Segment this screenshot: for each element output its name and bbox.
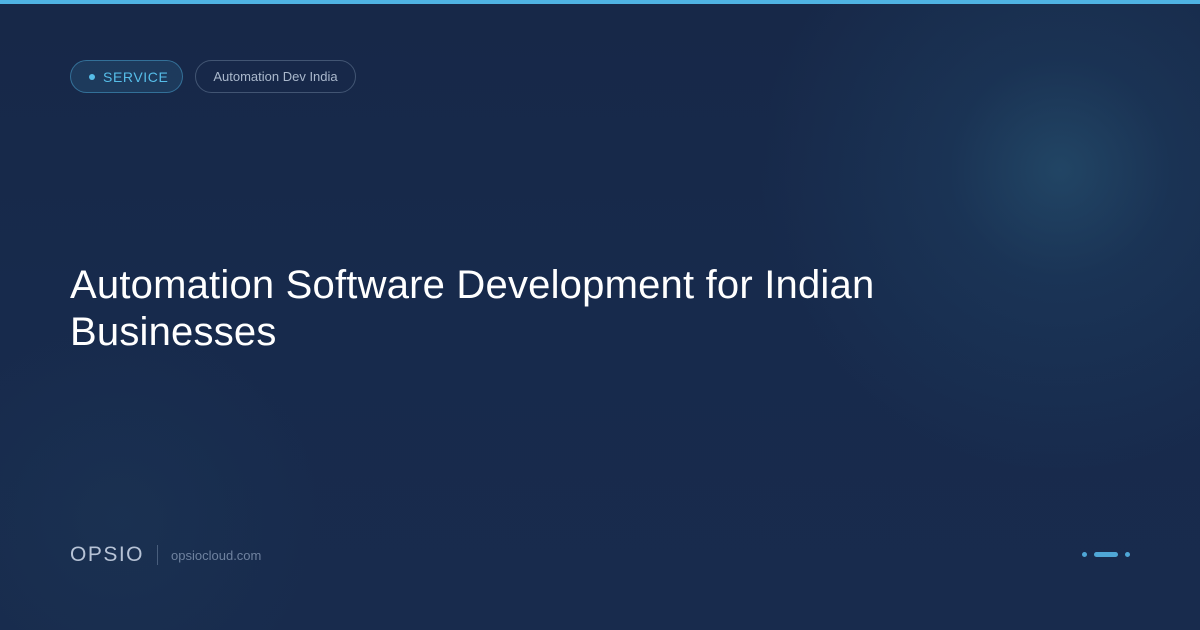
service-badge-label: SERVICE: [103, 68, 169, 85]
pager-dot: [1125, 552, 1130, 557]
accent-top-bar: [0, 0, 1200, 4]
badge-dot-icon: [89, 73, 95, 80]
service-badge: SERVICE: [70, 60, 183, 93]
pager-dot: [1082, 552, 1087, 557]
topic-tag: Automation Dev India: [195, 60, 356, 93]
brand-url: opsiocloud.com: [171, 547, 262, 563]
brand-divider: [157, 545, 159, 565]
pagination-indicator: [1082, 552, 1130, 557]
pager-dot-active: [1094, 552, 1118, 557]
brand-logo-text: OPSIO: [70, 543, 145, 566]
topic-tag-label: Automation Dev India: [213, 69, 338, 84]
footer-brand: OPSIO opsiocloud.com: [70, 543, 261, 567]
page-title: Automation Software Development for Indi…: [70, 263, 875, 354]
